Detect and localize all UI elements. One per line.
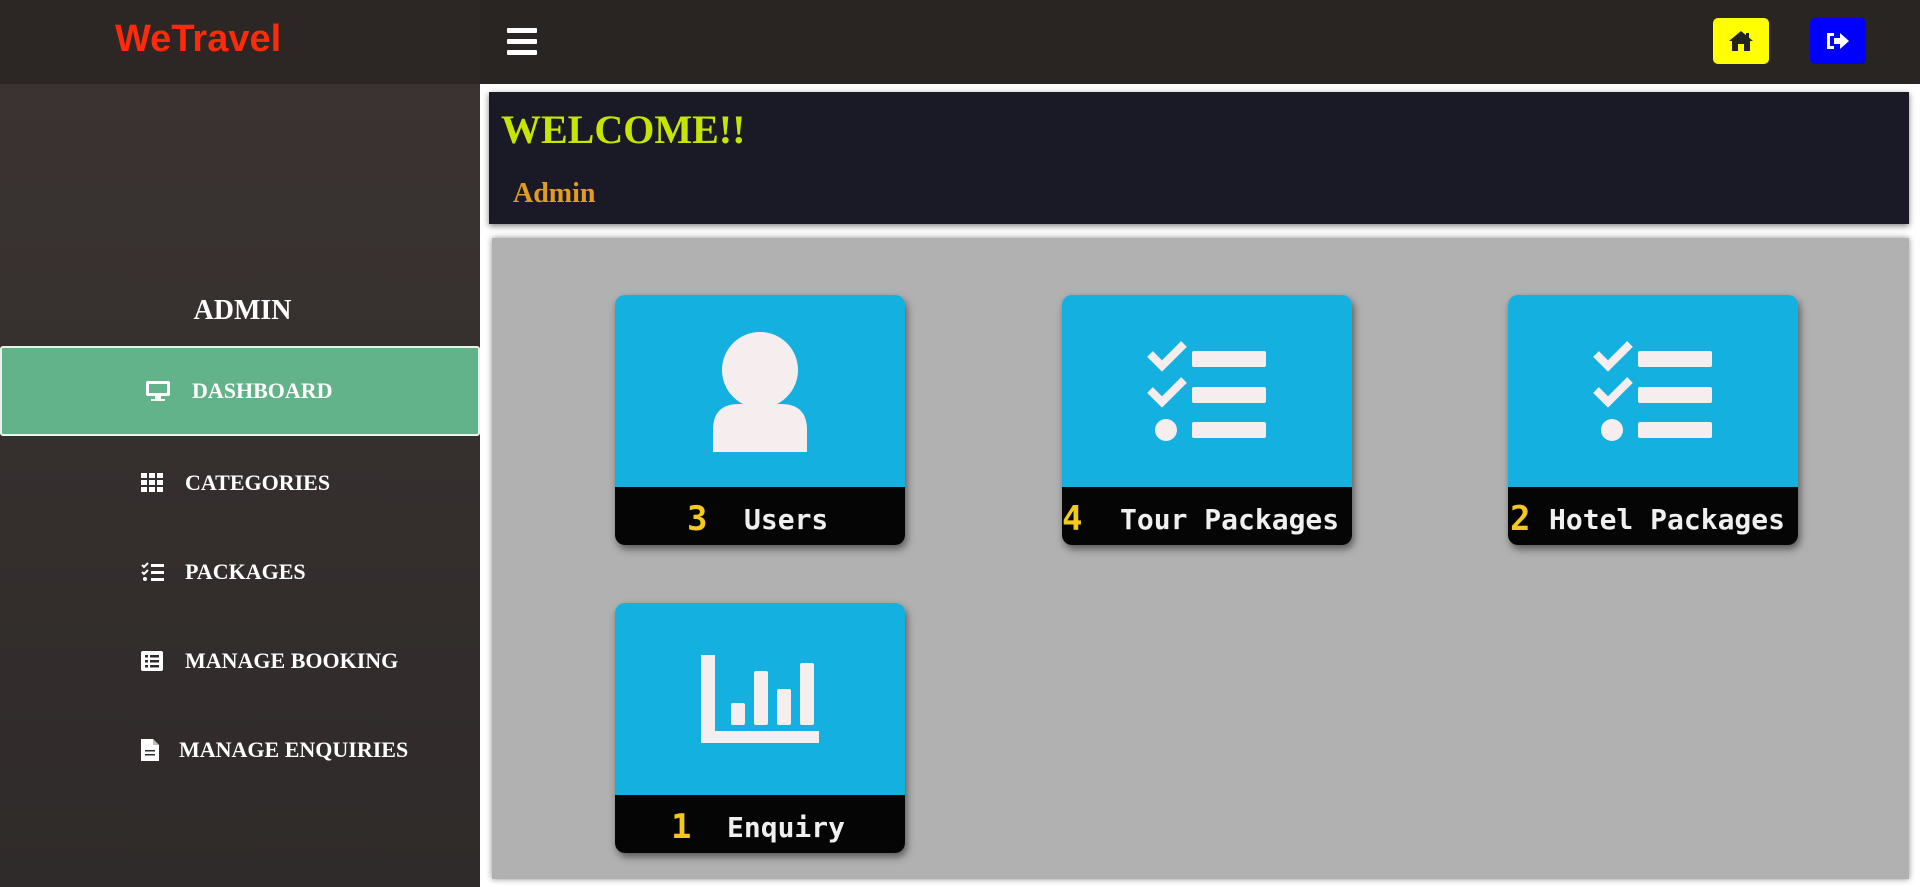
home-button[interactable] bbox=[1713, 18, 1769, 64]
dashboard-content: 3 Users 4 Tour Packages 2 Hotel Packages… bbox=[492, 238, 1909, 879]
users-card[interactable]: 3 Users bbox=[615, 295, 905, 545]
menu-toggle-button[interactable] bbox=[507, 28, 537, 58]
monitor-icon bbox=[146, 381, 170, 401]
file-icon bbox=[141, 739, 159, 761]
grid-icon bbox=[141, 473, 163, 492]
sidebar-item-packages[interactable]: PACKAGES bbox=[0, 527, 480, 617]
sidebar-item-manage-booking[interactable]: MANAGE BOOKING bbox=[0, 616, 480, 706]
tour-packages-label: Tour Packages bbox=[1120, 503, 1340, 536]
user-icon bbox=[713, 332, 807, 452]
checklist-icon bbox=[1147, 341, 1266, 441]
logout-button[interactable] bbox=[1810, 18, 1866, 64]
welcome-username: Admin bbox=[513, 178, 596, 209]
users-label: Users bbox=[744, 503, 829, 536]
sidebar-heading: ADMIN bbox=[193, 295, 292, 326]
tour-packages-count: 4 bbox=[1062, 499, 1083, 539]
hamburger-icon bbox=[507, 28, 537, 33]
hotel-packages-card[interactable]: 2 Hotel Packages bbox=[1508, 295, 1798, 545]
bar-chart-icon bbox=[701, 655, 819, 743]
hotel-packages-count: 2 bbox=[1510, 499, 1531, 539]
sidebar-item-manage-enquiries[interactable]: MANAGE ENQUIRIES bbox=[0, 705, 480, 795]
enquiry-label: Enquiry bbox=[727, 811, 846, 844]
sidebar: ADMIN DASHBOARD CATEGORIES PACKAGES MANA… bbox=[0, 84, 480, 887]
sidebar-item-categories[interactable]: CATEGORIES bbox=[0, 438, 480, 528]
sidebar-item-label: DASHBOARD bbox=[192, 378, 333, 403]
sidebar-item-label: PACKAGES bbox=[185, 559, 306, 584]
tour-packages-card[interactable]: 4 Tour Packages bbox=[1062, 295, 1352, 545]
sidebar-item-dashboard[interactable]: DASHBOARD bbox=[0, 346, 480, 436]
enquiry-count: 1 bbox=[671, 807, 692, 847]
brand-area: WeTravel bbox=[0, 0, 480, 84]
checklist-icon bbox=[1593, 341, 1712, 441]
sidebar-item-label: MANAGE ENQUIRIES bbox=[179, 737, 409, 762]
sidebar-item-label: MANAGE BOOKING bbox=[185, 648, 399, 673]
hotel-packages-label: Hotel Packages bbox=[1549, 503, 1786, 536]
welcome-panel: WELCOME!! Admin bbox=[489, 92, 1909, 224]
home-icon bbox=[1729, 31, 1753, 51]
sign-out-icon bbox=[1827, 33, 1849, 49]
welcome-title: WELCOME!! bbox=[501, 107, 746, 152]
enquiry-card[interactable]: 1 Enquiry bbox=[615, 603, 905, 853]
sidebar-item-label: CATEGORIES bbox=[185, 470, 331, 495]
checklist-icon bbox=[141, 562, 164, 581]
brand-logo[interactable]: WeTravel bbox=[115, 18, 281, 61]
users-count: 3 bbox=[687, 499, 708, 539]
top-navbar: WeTravel bbox=[0, 0, 1920, 84]
list-alt-icon bbox=[141, 651, 163, 671]
